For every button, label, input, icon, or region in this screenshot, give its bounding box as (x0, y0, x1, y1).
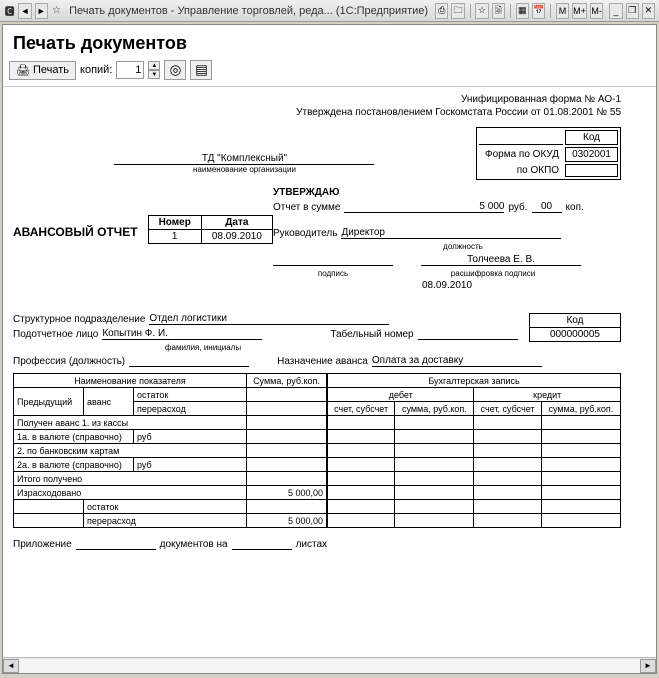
indicators-table: Наименование показателяСумма, руб.коп. П… (13, 373, 327, 528)
nav-back-button[interactable]: ◄ (18, 3, 31, 19)
tb-tool-4[interactable]: 🗟 (492, 3, 505, 19)
minimize-button[interactable]: _ (609, 3, 622, 19)
okpo-value (565, 164, 618, 177)
nazn-value: Оплата за доставку (372, 355, 542, 367)
print-button[interactable]: 🖨 Печать (9, 61, 76, 80)
rub-label: руб. (508, 202, 527, 213)
form-header: Унифицированная форма № АО-1 Утверждена … (13, 93, 621, 119)
org-sublabel: наименование организации (13, 165, 476, 174)
okpo-label: по ОКПО (479, 164, 563, 177)
app-icon: 🅲 (4, 3, 15, 19)
approve-title: УТВЕРЖДАЮ (273, 187, 621, 198)
kod2-header: Код (529, 314, 620, 328)
spin-up[interactable]: ▲ (148, 61, 160, 70)
kop-label: коп. (566, 202, 584, 213)
accounting-table: Бухгалтерская запись дебеткредит счет, с… (327, 373, 621, 528)
tb-tool-1[interactable]: ⎙ (435, 3, 448, 19)
dokna-label: документов на (160, 539, 228, 550)
report-title: АВАНСОВЫЙ ОТЧЕТ (13, 225, 138, 239)
name-sub: расшифровка подписи (413, 269, 573, 278)
sum-label: Отчет в сумме (273, 202, 340, 213)
num-header: Номер (148, 216, 201, 230)
m-button[interactable]: M (556, 3, 569, 19)
code2-table: Код 000000005 (529, 313, 621, 342)
spin-down[interactable]: ▼ (148, 70, 160, 79)
prof-label: Профессия (должность) (13, 356, 125, 367)
ruk-name: Толчеева Е. В. (421, 254, 581, 266)
person-sub: фамилия, инициалы (123, 343, 283, 352)
okud-value: 0302001 (565, 147, 618, 162)
scroll-right-button[interactable]: ► (640, 659, 656, 673)
calc-icon[interactable]: ▦ (516, 3, 529, 19)
close-button[interactable]: ✕ (642, 3, 655, 19)
copies-label: копий: (80, 64, 112, 76)
person-value: Копытин Ф. И. (102, 328, 262, 340)
form-approved: Утверждена постановлением Госкомстата Ро… (13, 106, 621, 119)
okud-label: Форма по ОКУД (479, 147, 563, 162)
horizontal-scrollbar[interactable]: ◄ ► (3, 657, 656, 673)
toolbar-btn-a[interactable]: ◎ (164, 60, 186, 80)
page-title: Печать документов (13, 33, 646, 54)
nazn-label: Назначение аванса (277, 356, 368, 367)
document-page: Унифицированная форма № АО-1 Утверждена … (13, 93, 621, 550)
dept-value: Отдел логистики (149, 313, 389, 325)
tb-tool-2[interactable]: 🗀 (451, 3, 464, 19)
org-name: ТД "Комплексный" (114, 153, 374, 165)
sign-sub: подпись (273, 269, 393, 278)
kod2-value: 000000005 (529, 328, 620, 342)
window-titlebar: 🅲 ◄ ► ☆ Печать документов - Управление т… (0, 0, 659, 22)
tabno-label: Табельный номер (330, 329, 413, 340)
maximize-button[interactable]: ❐ (626, 3, 639, 19)
calendar-icon[interactable]: 📅 (532, 3, 545, 19)
sum-value: 5 000 (344, 201, 504, 213)
form-number: Унифицированная форма № АО-1 (13, 93, 621, 106)
nav-fwd-button[interactable]: ► (35, 3, 48, 19)
date-value: 08.09.2010 (201, 230, 272, 244)
printer-icon: 🖨 (16, 64, 30, 77)
ruk-label: Руководитель (273, 228, 337, 239)
dept-label: Структурное подразделение (13, 314, 145, 325)
scroll-left-button[interactable]: ◄ (3, 659, 19, 673)
page-header: Печать документов (3, 25, 656, 58)
document-viewport[interactable]: Унифицированная форма № АО-1 Утверждена … (3, 87, 656, 657)
mminus-button[interactable]: M- (590, 3, 603, 19)
window-body: Печать документов 🖨 Печать копий: ▲ ▼ ◎ … (2, 24, 657, 674)
toolbar-btn-b[interactable]: ▤ (190, 60, 212, 80)
mplus-button[interactable]: M+ (572, 3, 587, 19)
star-icon[interactable]: ☆ (51, 3, 62, 19)
number-date-table: НомерДата 108.09.2010 (148, 215, 273, 244)
attachment-row: Приложение документов на листах (13, 538, 621, 550)
window-title: Печать документов - Управление торговлей… (69, 5, 428, 17)
prof-value (129, 355, 249, 367)
date-header: Дата (201, 216, 272, 230)
ruk-pos: Директор (341, 227, 561, 239)
data-tables: Наименование показателяСумма, руб.коп. П… (13, 373, 621, 528)
kop-value: 00 (532, 201, 562, 213)
pril-label: Приложение (13, 539, 72, 550)
sign-line (273, 254, 393, 266)
kod-header: Код (565, 130, 618, 145)
toolbar: 🖨 Печать копий: ▲ ▼ ◎ ▤ (3, 58, 656, 87)
print-label: Печать (33, 64, 69, 76)
tb-tool-3[interactable]: ☆ (475, 3, 488, 19)
listah-label: листах (296, 539, 327, 550)
tabno-value (418, 328, 518, 340)
code-table: Код Форма по ОКУД0302001 по ОКПО (476, 127, 621, 180)
copies-input[interactable] (116, 61, 144, 79)
person-label: Подотчетное лицо (13, 329, 98, 340)
copies-spinner[interactable]: ▲ ▼ (148, 61, 160, 79)
num-value: 1 (148, 230, 201, 244)
scroll-track[interactable] (19, 659, 640, 673)
